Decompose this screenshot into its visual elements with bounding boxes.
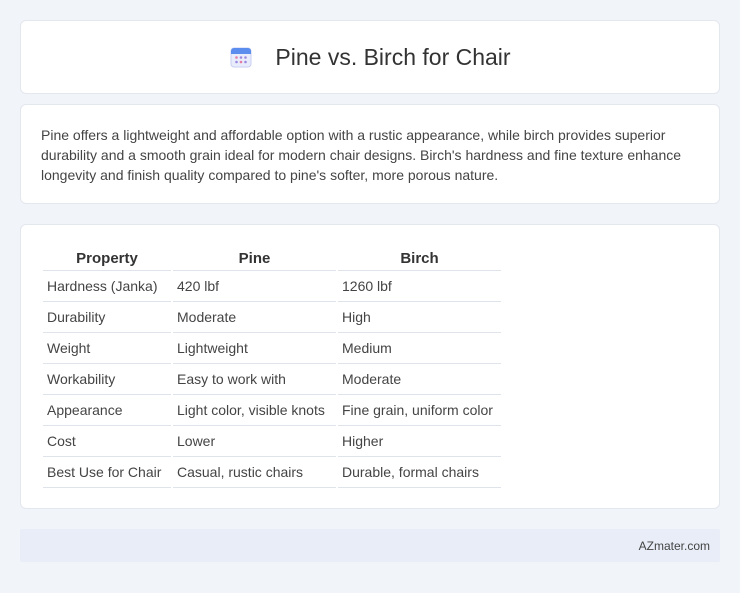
- table-cell: Best Use for Chair: [43, 457, 171, 488]
- summary-card: Pine offers a lightweight and affordable…: [20, 104, 720, 204]
- table-cell: 1260 lbf: [338, 271, 501, 302]
- table-cell: Durability: [43, 302, 171, 333]
- title-card: Pine vs. Birch for Chair: [20, 20, 720, 94]
- table-row: Cost Lower Higher: [43, 426, 501, 457]
- table-cell: Workability: [43, 364, 171, 395]
- table-cell: Fine grain, uniform color: [338, 395, 501, 426]
- table-cell: High: [338, 302, 501, 333]
- table-row: Best Use for Chair Casual, rustic chairs…: [43, 457, 501, 488]
- table-row: Appearance Light color, visible knots Fi…: [43, 395, 501, 426]
- footer-bar: AZmater.com: [20, 529, 720, 562]
- comparison-table: Property Pine Birch Hardness (Janka) 420…: [41, 245, 503, 488]
- comparison-card: Property Pine Birch Hardness (Janka) 420…: [20, 224, 720, 509]
- table-row: Weight Lightweight Medium: [43, 333, 501, 364]
- table-cell: Moderate: [338, 364, 501, 395]
- table-header-row: Property Pine Birch: [43, 245, 501, 271]
- table-cell: Appearance: [43, 395, 171, 426]
- table-cell: Lightweight: [173, 333, 336, 364]
- calendar-icon: [229, 45, 253, 69]
- column-header-birch: Birch: [338, 245, 501, 271]
- table-row: Durability Moderate High: [43, 302, 501, 333]
- table-cell: Medium: [338, 333, 501, 364]
- summary-text: Pine offers a lightweight and affordable…: [41, 127, 682, 183]
- page-title: Pine vs. Birch for Chair: [275, 43, 511, 70]
- column-header-pine: Pine: [173, 245, 336, 271]
- table-row: Workability Easy to work with Moderate: [43, 364, 501, 395]
- table-cell: Hardness (Janka): [43, 271, 171, 302]
- table-cell: Lower: [173, 426, 336, 457]
- footer-site-link[interactable]: AZmater.com: [639, 539, 710, 553]
- table-cell: Higher: [338, 426, 501, 457]
- table-cell: Easy to work with: [173, 364, 336, 395]
- column-header-property: Property: [43, 245, 171, 271]
- table-cell: Cost: [43, 426, 171, 457]
- table-cell: Durable, formal chairs: [338, 457, 501, 488]
- table-cell: Weight: [43, 333, 171, 364]
- table-cell: Light color, visible knots: [173, 395, 336, 426]
- table-cell: Moderate: [173, 302, 336, 333]
- table-cell: Casual, rustic chairs: [173, 457, 336, 488]
- table-cell: 420 lbf: [173, 271, 336, 302]
- table-row: Hardness (Janka) 420 lbf 1260 lbf: [43, 271, 501, 302]
